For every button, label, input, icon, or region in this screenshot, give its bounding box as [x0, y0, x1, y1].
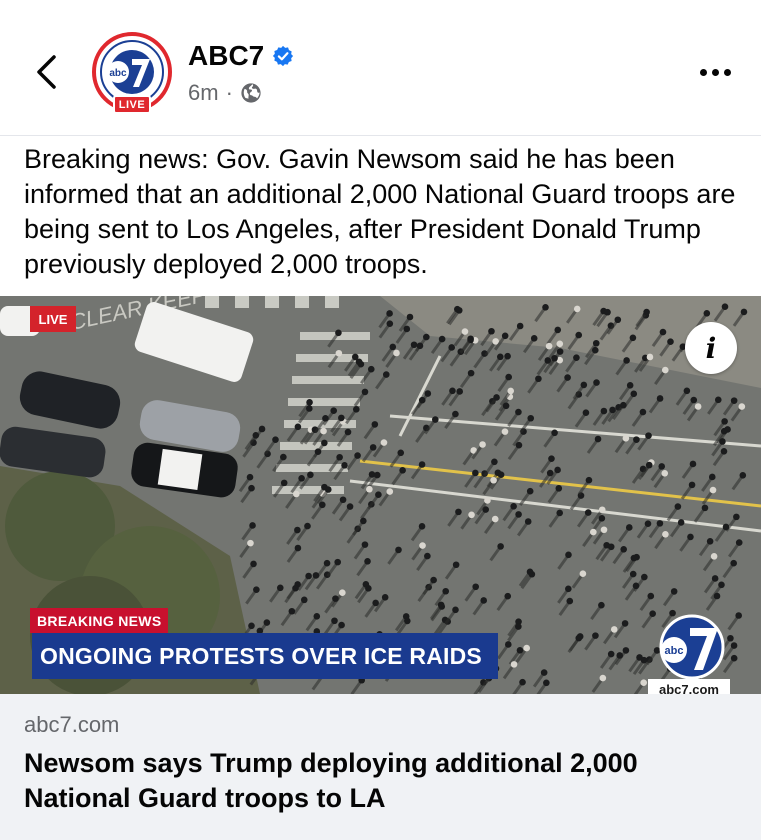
chevron-left-icon: [37, 55, 56, 89]
live-badge: LIVE: [30, 306, 76, 332]
more-horizontal-icon: [711, 68, 719, 76]
post-text: Breaking news: Gov. Gavin Newsom said he…: [24, 144, 736, 279]
more-options-button[interactable]: [695, 62, 735, 82]
back-button[interactable]: [28, 52, 64, 92]
link-title: Newsom says Trump deploying additional 2…: [24, 748, 638, 813]
info-button[interactable]: i: [685, 322, 737, 374]
page-name-text: ABC7: [188, 40, 265, 71]
svg-text:abc: abc: [665, 645, 684, 657]
avatar-live-badge: LIVE: [113, 95, 151, 114]
link-domain: abc7.com: [24, 712, 120, 737]
post-meta: 6m ·: [188, 80, 262, 106]
abc7-logo-icon: abc: [659, 614, 725, 680]
breaking-news-label: BREAKING NEWS: [30, 608, 169, 633]
more-horizontal-icon: [723, 68, 731, 76]
post-header: abc LIVE ABC7 6m ·: [0, 0, 761, 136]
page-name[interactable]: ABC7: [188, 40, 294, 72]
meta-separator: ·: [225, 80, 233, 105]
post-time[interactable]: 6m: [188, 80, 219, 106]
svg-text:abc: abc: [109, 68, 127, 79]
globe-icon: [241, 83, 261, 103]
news-headline-banner: ONGOING PROTESTS OVER ICE RAIDS: [32, 633, 498, 679]
more-horizontal-icon: [699, 68, 707, 76]
verified-badge-icon: [273, 45, 294, 67]
link-preview-card[interactable]: abc7.com Newsom says Trump deploying add…: [0, 694, 761, 840]
